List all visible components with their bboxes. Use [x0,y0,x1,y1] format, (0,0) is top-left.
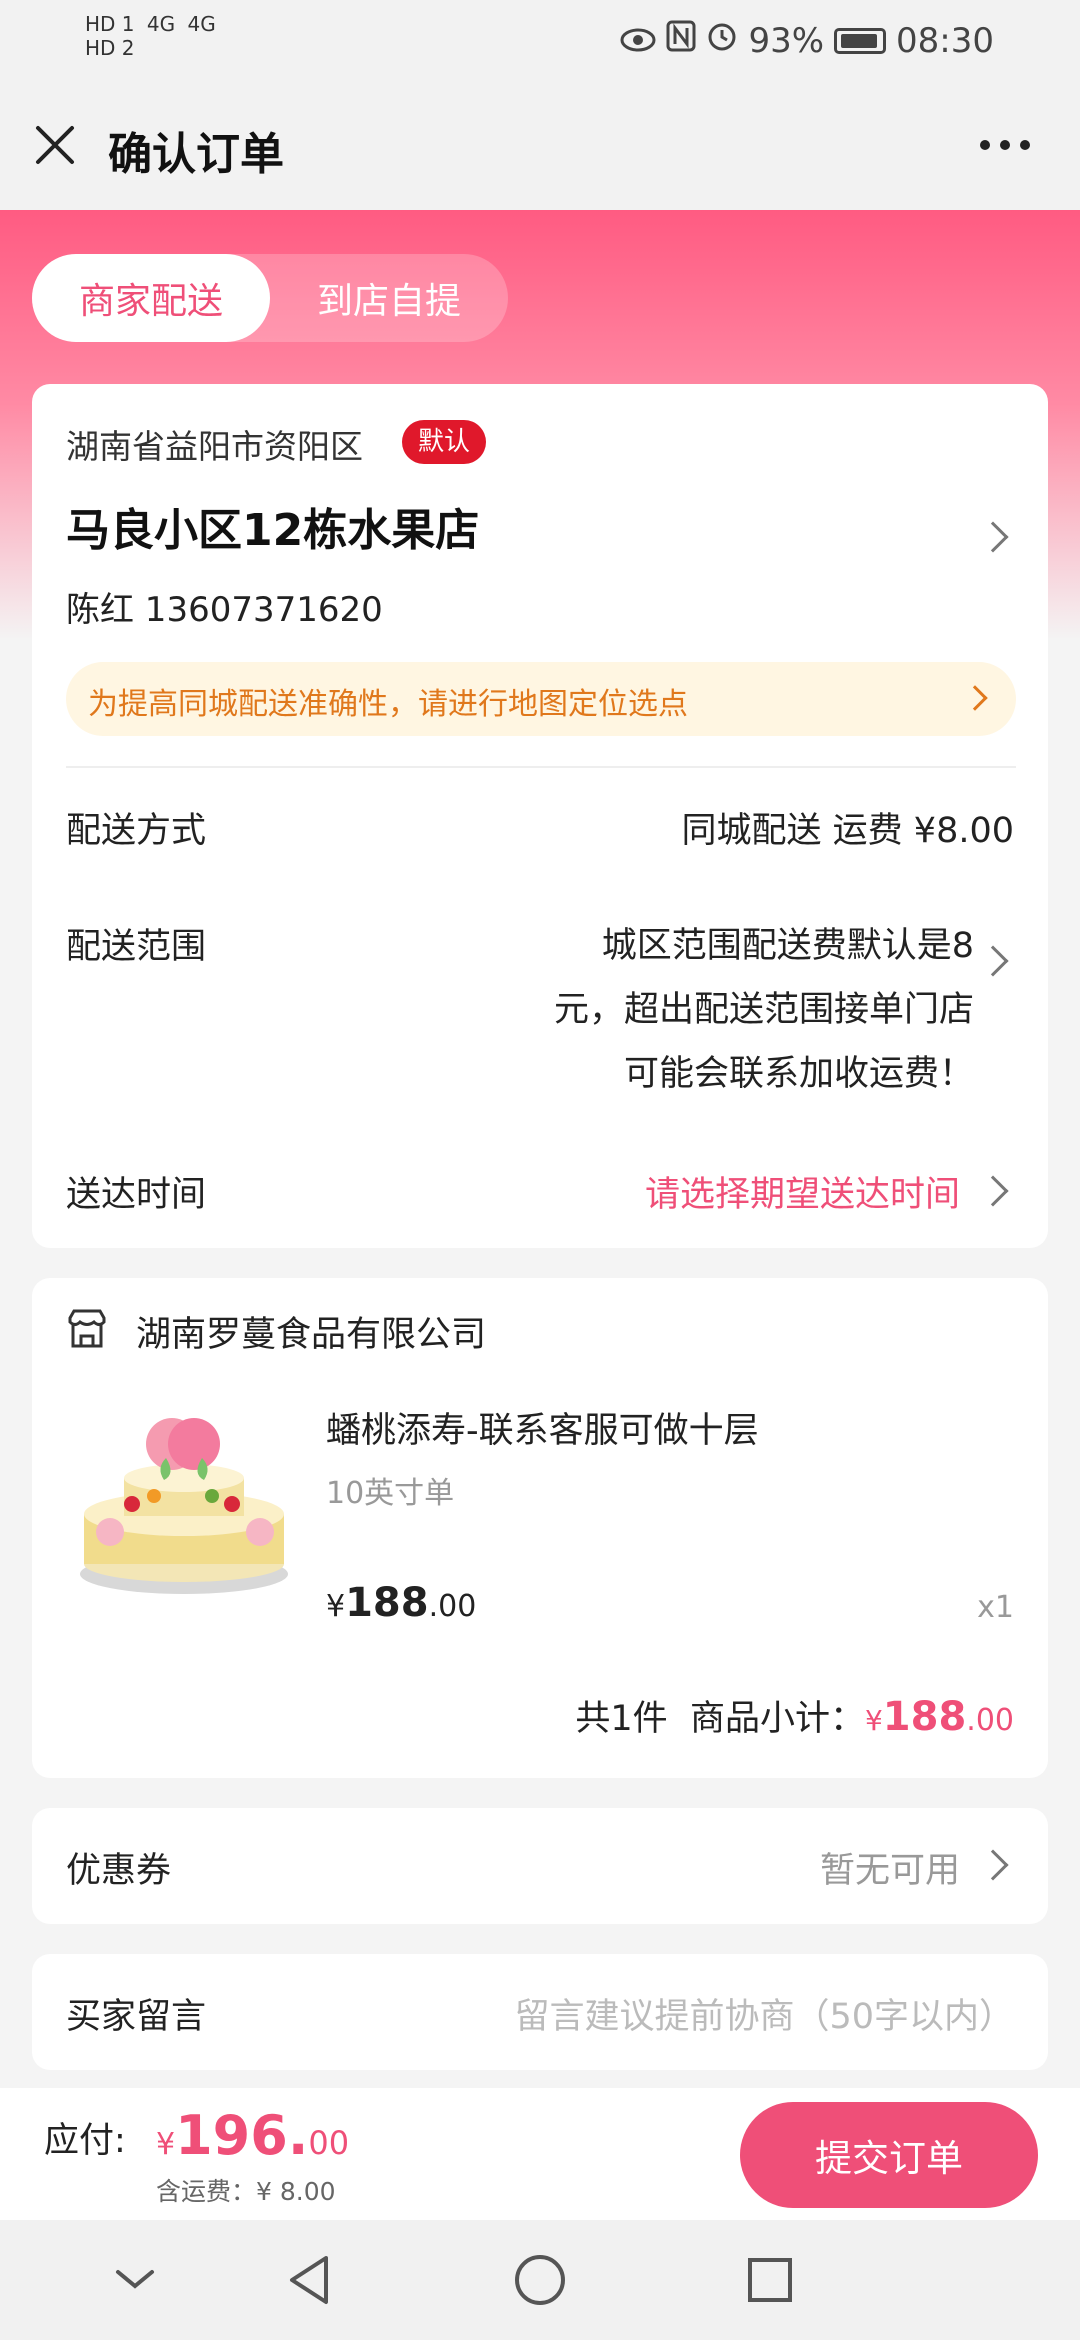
delivery-time-picker[interactable]: 请选择期望送达时间 [645,1166,960,1217]
map-location-notice[interactable]: 为提高同城配送准确性，请进行地图定位选点 [66,662,1016,736]
address-region: 湖南省益阳市资阳区 [66,427,363,466]
product-name[interactable]: 蟠桃添寿-联系客服可做十层 [326,1402,759,1453]
product-qty: x1 [977,1590,1014,1625]
pay-label: 应付: [44,2121,126,2161]
page-title: 确认订单 [108,129,284,180]
product-image[interactable] [72,1404,302,1604]
clock-text: 08:30 [896,20,994,61]
chevron-right-icon[interactable] [977,521,1009,553]
store-icon [66,1308,108,1350]
shop-card: 湖南罗蔓食品有限公司 蟠桃添寿-联系客服可做十层 10英寸单 ¥188.00 x… [32,1278,1048,1778]
submit-order-button[interactable]: 提交订单 [740,2102,1038,2208]
hd1-label: HD 1 [85,12,135,36]
home-icon[interactable] [512,2250,568,2314]
hd2-label: HD 2 [85,36,135,60]
pay-bar: 应付: ¥196.00 含运费：¥ 8.00 提交订单 [0,2088,1080,2220]
note-label: 买家留言 [66,1997,207,2037]
delivery-range-value[interactable]: 城区范围配送费默认是8元，超出配送范围接单门店可能会联系加收运费！ [544,914,974,1106]
pay-amount: ¥196.00 [156,2104,350,2167]
product-spec: 10英寸单 [326,1476,455,1511]
close-icon[interactable] [30,120,80,170]
delivery-range-label: 配送范围 [66,927,207,967]
coupon-value: 暂无可用 [819,1851,960,1891]
status-bar: HD 1 4G 4G HD 2 93% 08:30 [0,0,1080,80]
signal-icon-2: 4G [187,12,216,36]
default-badge: 默认 [402,420,487,464]
chevron-right-icon [977,1849,1009,1881]
eye-icon [620,21,656,61]
notice-text: 为提高同城配送准确性，请进行地图定位选点 [88,687,688,722]
signal-icon: 4G [146,12,176,36]
product-price: ¥188.00 [326,1580,477,1626]
delivery-method-label: 配送方式 [66,811,207,851]
shipping-note: 含运费：¥ 8.00 [156,2177,336,2206]
delivery-mode-switch: 商家配送 到店自提 [32,254,508,342]
address-card: 湖南省益阳市资阳区 默认 马良小区12栋水果店 陈红 13607371620 为… [32,384,1048,1248]
subtotal: 共1件 商品小计：¥188.00 [575,1694,1014,1740]
chevron-right-icon [962,685,988,711]
recents-icon[interactable] [744,2250,794,2314]
address-contact: 陈红 13607371620 [66,590,383,630]
more-icon[interactable] [980,140,1030,150]
system-nav-bar [0,2220,1080,2340]
coupon-row[interactable]: 优惠券 暂无可用 [32,1808,1048,1924]
delivery-time-label: 送达时间 [66,1175,207,1215]
coupon-label: 优惠券 [66,1851,172,1891]
buyer-note-row: 买家留言 留言建议提前协商（50字以内） [32,1954,1048,2070]
divider [66,766,1016,768]
title-bar: 确认订单 [0,110,1080,190]
note-input[interactable]: 留言建议提前协商（50字以内） [514,1988,1014,2039]
chevron-down-icon[interactable] [112,2250,158,2314]
alarm-icon [706,20,738,61]
nfc-icon [666,20,696,61]
shop-name: 湖南罗蔓食品有限公司 [136,1315,487,1355]
back-icon[interactable] [284,2250,334,2314]
tab-merchant-delivery[interactable]: 商家配送 [32,254,270,342]
top-area: HD 1 4G 4G HD 2 93% 08:30 确认订单 [0,0,1080,210]
delivery-method-value: 同城配送 运费 ¥8.00 [681,811,1014,851]
chevron-right-icon[interactable] [977,1175,1009,1207]
battery-icon [834,27,887,54]
battery-text: 93% [748,20,825,61]
chevron-right-icon[interactable] [977,945,1009,977]
address-name[interactable]: 马良小区12栋水果店 [66,494,479,558]
tab-store-pickup[interactable]: 到店自提 [270,254,508,342]
